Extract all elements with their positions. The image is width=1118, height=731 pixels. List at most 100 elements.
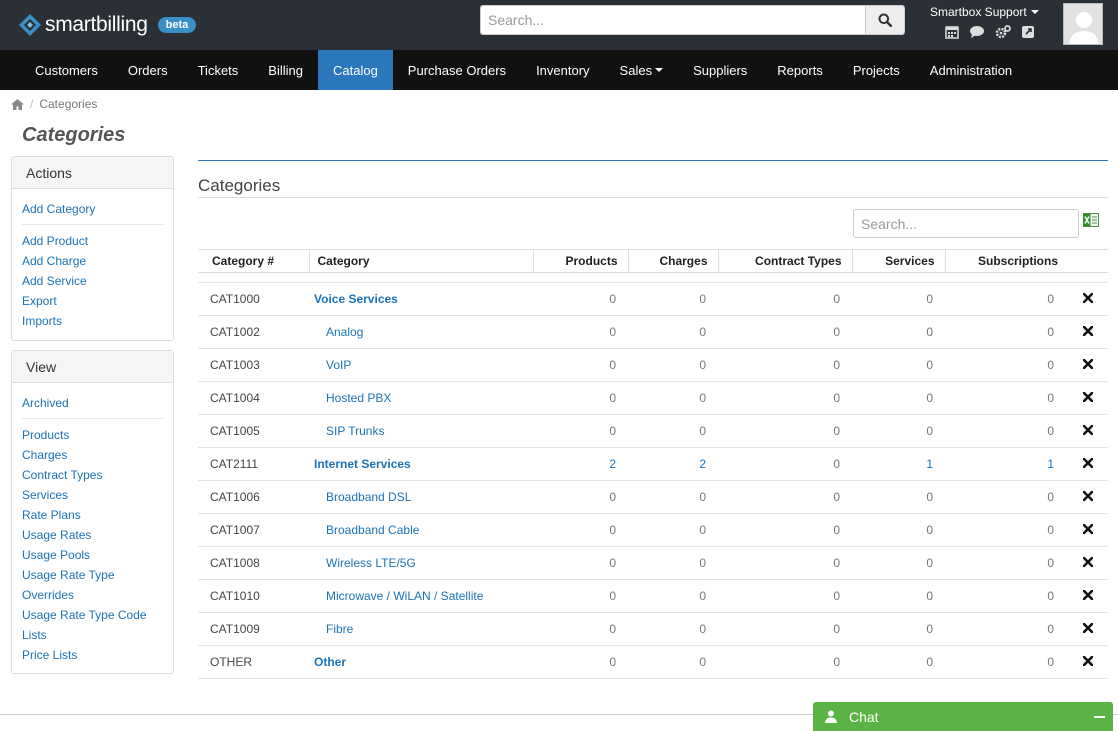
view-overrides-link[interactable]: Overrides xyxy=(22,585,163,605)
close-icon[interactable] xyxy=(1082,424,1094,436)
category-id: OTHER xyxy=(198,645,309,679)
nav-suppliers[interactable]: Suppliers xyxy=(678,50,762,90)
close-icon[interactable] xyxy=(1082,556,1094,568)
category-link[interactable]: Fibre xyxy=(314,622,353,636)
add-charge-link[interactable]: Add Charge xyxy=(22,251,163,271)
category-link[interactable]: Broadband DSL xyxy=(314,490,411,504)
subscriptions-count: 0 xyxy=(945,546,1068,580)
close-icon[interactable] xyxy=(1082,589,1094,601)
close-icon[interactable] xyxy=(1082,490,1094,502)
chevron-down-icon xyxy=(1030,10,1039,14)
global-search-input[interactable] xyxy=(480,5,865,35)
category-link[interactable]: Internet Services xyxy=(314,457,411,471)
column-header[interactable]: Charges xyxy=(628,249,719,273)
nav-catalog[interactable]: Catalog xyxy=(317,50,393,90)
chevron-down-icon xyxy=(655,68,664,72)
column-header[interactable]: Contract Types xyxy=(718,249,853,273)
column-header[interactable]: Services xyxy=(852,249,946,273)
chat-bubble-icon[interactable] xyxy=(969,25,985,39)
charges-count: 0 xyxy=(628,414,718,448)
products-count: 0 xyxy=(533,579,628,613)
user-dropdown[interactable]: Smartbox Support xyxy=(930,5,1042,19)
column-header[interactable]: Subscriptions xyxy=(945,249,1068,273)
category-link[interactable]: Analog xyxy=(314,325,363,339)
nav-customers[interactable]: Customers xyxy=(20,50,113,90)
minimize-icon[interactable] xyxy=(1094,716,1105,718)
close-icon[interactable] xyxy=(1082,622,1094,634)
view-lists-link[interactable]: Lists xyxy=(22,625,163,645)
nav-administration[interactable]: Administration xyxy=(915,50,1027,90)
category-name-cell: VoIP xyxy=(309,348,533,382)
view-contract-types-link[interactable]: Contract Types xyxy=(22,465,163,485)
category-link[interactable]: Microwave / WiLAN / Satellite xyxy=(314,589,483,603)
category-link[interactable]: VoIP xyxy=(314,358,351,372)
add-category-link[interactable]: Add Category xyxy=(22,199,163,219)
close-icon[interactable] xyxy=(1082,391,1094,403)
nav-purchase-orders[interactable]: Purchase Orders xyxy=(393,50,521,90)
chat-widget[interactable]: Chat xyxy=(813,702,1113,731)
excel-export-icon[interactable] xyxy=(1083,213,1099,227)
view-price-lists-link[interactable]: Price Lists xyxy=(22,645,163,665)
logo[interactable]: smartbilling beta xyxy=(18,11,197,39)
close-icon[interactable] xyxy=(1082,292,1094,304)
global-search-button[interactable] xyxy=(865,5,905,35)
view-rate-plans-link[interactable]: Rate Plans xyxy=(22,505,163,525)
nav-orders[interactable]: Orders xyxy=(113,50,183,90)
category-link[interactable]: Broadband Cable xyxy=(314,523,419,537)
calendar-icon[interactable] xyxy=(945,25,959,39)
cogs-icon[interactable] xyxy=(995,25,1011,39)
nav-reports[interactable]: Reports xyxy=(762,50,838,90)
close-icon[interactable] xyxy=(1082,325,1094,337)
close-icon[interactable] xyxy=(1082,457,1094,469)
table-row: CAT1000 Voice Services 0 0 0 0 0 xyxy=(198,282,1108,316)
view-usage-rate-type-code-link[interactable]: Usage Rate Type Code xyxy=(22,605,163,625)
charges-count: 0 xyxy=(628,282,718,316)
nav-projects[interactable]: Projects xyxy=(838,50,915,90)
nav-inventory[interactable]: Inventory xyxy=(521,50,604,90)
table-row: CAT1003 VoIP 0 0 0 0 0 xyxy=(198,348,1108,382)
external-link-icon[interactable] xyxy=(1021,25,1035,39)
export-link[interactable]: Export xyxy=(22,291,163,311)
nav-sales[interactable]: Sales xyxy=(605,50,679,90)
category-link[interactable]: Other xyxy=(314,655,346,669)
imports-link[interactable]: Imports xyxy=(22,311,163,331)
services-count: 0 xyxy=(852,612,945,646)
column-header[interactable]: Category # xyxy=(198,249,310,273)
view-services-link[interactable]: Services xyxy=(22,485,163,505)
view-products-link[interactable]: Products xyxy=(22,425,163,445)
contract-types-count: 0 xyxy=(718,348,852,382)
nav-tickets[interactable]: Tickets xyxy=(183,50,254,90)
services-count: 0 xyxy=(852,381,945,415)
table-row: OTHER Other 0 0 0 0 0 xyxy=(198,645,1108,679)
contract-types-count: 0 xyxy=(718,645,852,679)
products-count[interactable]: 2 xyxy=(533,447,628,481)
category-link[interactable]: Voice Services xyxy=(314,292,398,306)
category-link[interactable]: SIP Trunks xyxy=(314,424,384,438)
nav-billing[interactable]: Billing xyxy=(253,50,318,90)
close-icon[interactable] xyxy=(1082,523,1094,535)
contract-types-count: 0 xyxy=(718,315,852,349)
column-header[interactable]: Products xyxy=(533,249,629,273)
view-charges-link[interactable]: Charges xyxy=(22,445,163,465)
add-service-link[interactable]: Add Service xyxy=(22,271,163,291)
category-link[interactable]: Hosted PBX xyxy=(314,391,391,405)
user-silhouette-icon xyxy=(1069,12,1099,44)
view-usage-rate-type-link[interactable]: Usage Rate Type xyxy=(22,565,163,585)
view-usage-rates-link[interactable]: Usage Rates xyxy=(22,525,163,545)
category-link[interactable]: Wireless LTE/5G xyxy=(314,556,416,570)
add-product-link[interactable]: Add Product xyxy=(22,231,163,251)
table-search-input[interactable] xyxy=(853,209,1079,238)
view-usage-pools-link[interactable]: Usage Pools xyxy=(22,545,163,565)
search-icon xyxy=(878,13,892,27)
close-icon[interactable] xyxy=(1082,655,1094,667)
charges-count: 0 xyxy=(628,645,718,679)
archived-link[interactable]: Archived xyxy=(22,393,163,413)
avatar[interactable] xyxy=(1063,3,1103,45)
column-header[interactable]: Category xyxy=(309,249,534,273)
close-icon[interactable] xyxy=(1082,358,1094,370)
charges-count[interactable]: 2 xyxy=(628,447,718,481)
column-header-actions xyxy=(1068,249,1108,273)
services-count[interactable]: 1 xyxy=(852,447,945,481)
subscriptions-count[interactable]: 1 xyxy=(945,447,1068,481)
home-icon[interactable] xyxy=(11,98,24,110)
